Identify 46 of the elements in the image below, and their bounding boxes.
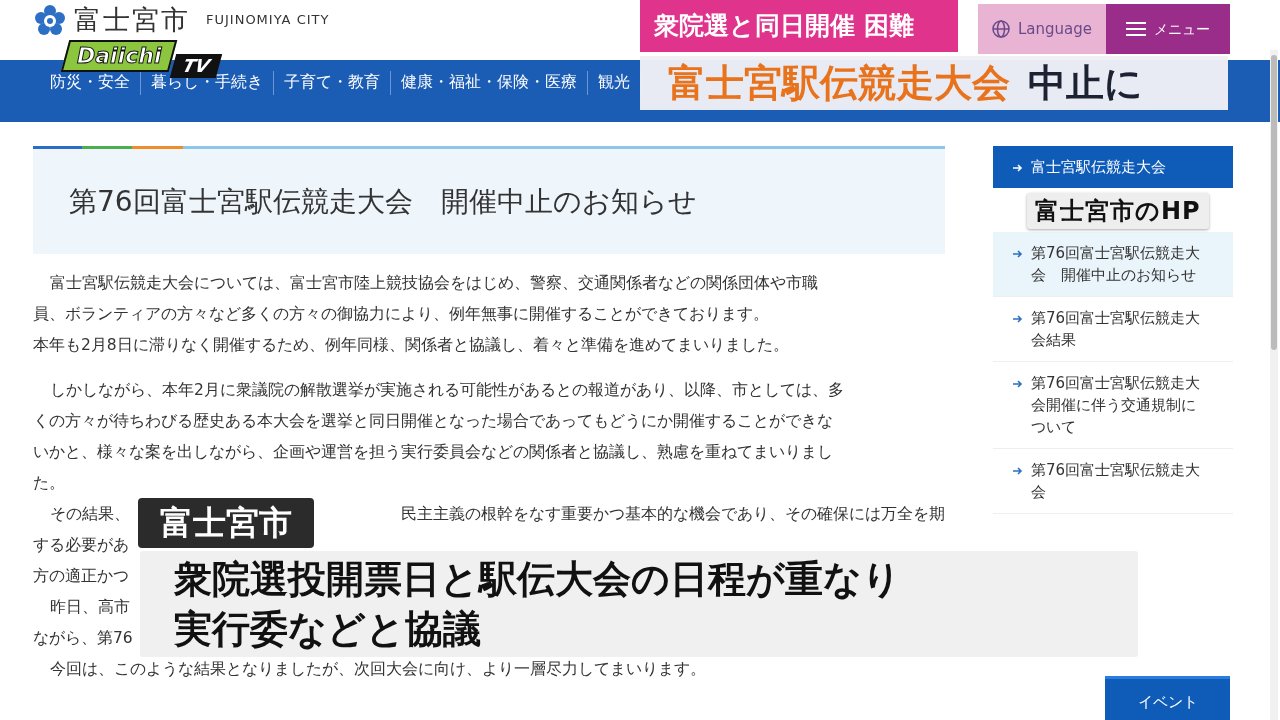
- menu-button[interactable]: メニュー: [1106, 4, 1230, 54]
- topic-banner: 衆院選と同日開催 困難: [640, 0, 958, 52]
- arrow-icon: [1013, 163, 1023, 173]
- language-button[interactable]: Language: [977, 4, 1106, 54]
- sidebar-link-text: 第76回富士宮駅伝競走大会結果: [1031, 308, 1202, 351]
- sidebar-link[interactable]: 第76回富士宮駅伝競走大会 開催中止のお知らせ: [993, 232, 1233, 297]
- body-text: その結果、: [50, 504, 130, 525]
- body-text: 富士宮駅伝競走大会については、富士宮市陸上競技協会をはじめ、警察、交通関係者などの関係団体や市職: [50, 273, 818, 294]
- nav-link[interactable]: 健康・福祉・保険・医療: [391, 71, 588, 95]
- speaker-label: 富士宮市: [138, 498, 314, 548]
- event-button[interactable]: イベント: [1105, 676, 1230, 720]
- arrow-icon: [1013, 466, 1023, 476]
- city-name: 富士宮市: [74, 4, 190, 36]
- body-text: する必要があ: [33, 535, 129, 556]
- menu-icon: [1126, 22, 1146, 36]
- scrollbar-thumb[interactable]: [1271, 55, 1277, 350]
- body-text: 員、ボランティアの方々など多くの方々の御協力により、例年無事に開催することができております。: [33, 304, 769, 325]
- sidebar-heading[interactable]: 富士宮駅伝競走大会: [993, 146, 1233, 188]
- sidebar-heading-text: 富士宮駅伝競走大会: [1031, 157, 1166, 178]
- body-text: ながら、第76: [33, 628, 133, 649]
- source-label: 富士宮市のHP: [1027, 193, 1209, 229]
- sidebar-link-text: 第76回富士宮駅伝競走大会開催に伴う交通規制について: [1031, 373, 1202, 438]
- body-text: 本年も2月8日に滞りなく開催するため、例年同様、関係者と協議し、着々と準備を進めてまいりました。: [33, 335, 789, 356]
- body-text: 民主主義の根幹をなす重要かつ基本的な機会であり、その確保には万全を期: [401, 504, 945, 525]
- body-text: た。: [33, 473, 65, 494]
- caption-line: 衆院選投開票日と駅伝大会の日程が重なり: [174, 556, 902, 603]
- body-text: いかと、様々な案を出しながら、企画や運営を担う実行委員会などの関係者と協議し、熟慮を重ねてまいりまし: [33, 442, 833, 463]
- page-title: 第76回富士宮駅伝競走大会 開催中止のお知らせ: [69, 184, 697, 219]
- body-text: 今回は、このような結果となりましたが、次回大会に向け、より一層尽力してまいります。: [50, 659, 706, 680]
- body-text: しかしながら、本年2月に衆議院の解散選挙が実施される可能性があるとの報道があり、以降、市としては、多: [50, 380, 844, 401]
- globe-icon: [991, 20, 1010, 38]
- arrow-icon: [1013, 379, 1023, 389]
- headline-text: 中止に: [1028, 59, 1143, 107]
- city-emblem-icon: [34, 4, 66, 36]
- nav-link[interactable]: 子育て・教育: [274, 71, 391, 95]
- headline-text: 富士宮駅伝競走大会: [668, 59, 1010, 107]
- body-text: 方の適正かつ: [33, 566, 129, 587]
- body-text: くの方々が待ちわびる歴史ある本大会を選挙と同日開催となった場合であってもどうにか開催することができな: [33, 411, 833, 432]
- body-text: 昨日、高市: [50, 597, 130, 618]
- channel-logo-text: Daiichi: [77, 42, 162, 70]
- sidebar-link-text: 第76回富士宮駅伝競走大会 開催中止のお知らせ: [1031, 243, 1202, 286]
- caption-line: 実行委などと協議: [174, 606, 482, 653]
- city-name-english: FUJINOMIYA CITY: [206, 11, 330, 30]
- sidebar-link-text: 第76回富士宮駅伝競走大会: [1031, 460, 1202, 503]
- arrow-icon: [1013, 314, 1023, 324]
- arrow-icon: [1013, 249, 1023, 259]
